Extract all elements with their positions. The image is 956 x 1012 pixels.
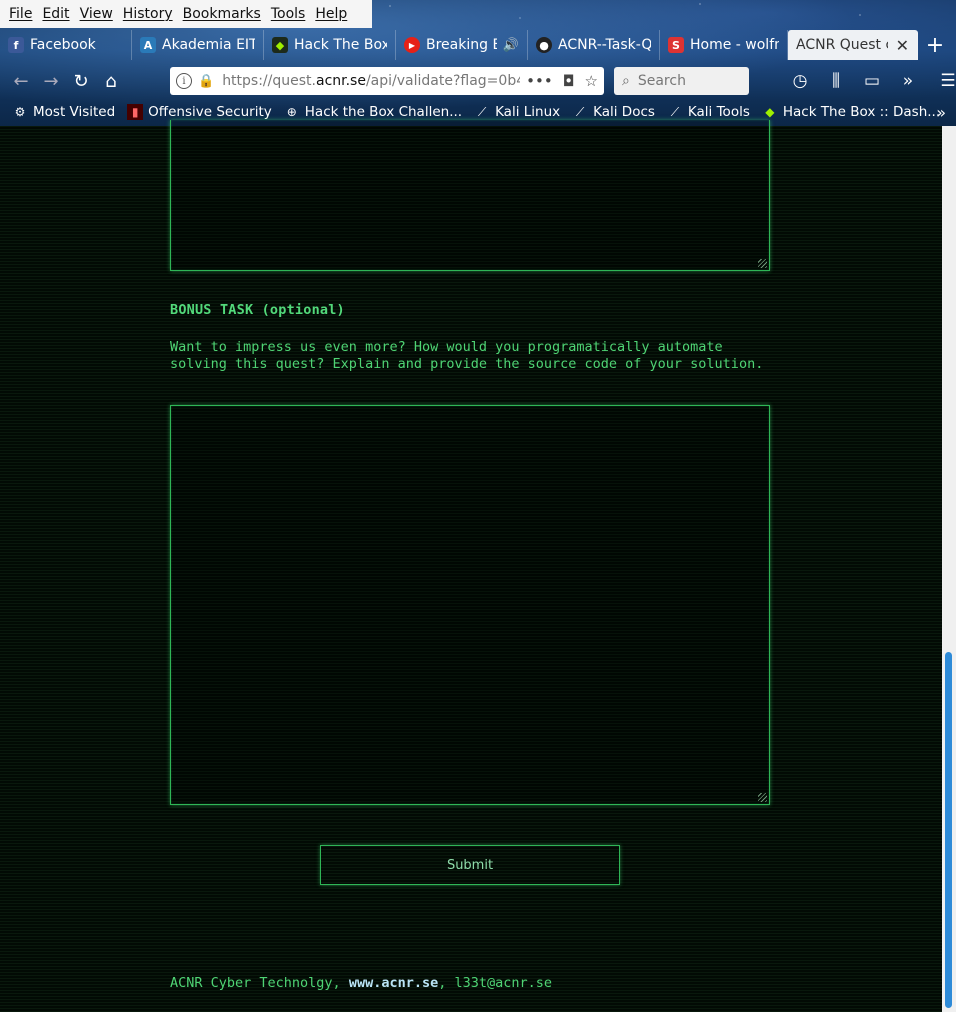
menu-bookmarks[interactable]: Bookmarks bbox=[178, 6, 266, 22]
reload-icon[interactable]: ↻ bbox=[66, 66, 96, 96]
tab-label: Akademia EITC bbox=[162, 37, 255, 53]
scrollbar[interactable] bbox=[942, 126, 956, 1012]
youtube-icon: ▶ bbox=[404, 37, 420, 53]
sidebar-icon[interactable]: ▭ bbox=[858, 66, 886, 96]
tab-facebook[interactable]: f Facebook bbox=[0, 30, 132, 60]
speaker-icon[interactable]: 🔊 bbox=[503, 38, 519, 53]
tab-label: Breaking Bad bbox=[426, 37, 497, 53]
kali-icon: ⟋ bbox=[670, 104, 680, 119]
menu-file[interactable]: File bbox=[4, 6, 37, 22]
tab-label: ACNR--Task-Q bbox=[558, 37, 651, 53]
tab-youtube[interactable]: ▶ Breaking Bad 🔊 bbox=[396, 30, 528, 60]
tab-label: Facebook bbox=[30, 37, 96, 53]
tab-acnr-quest[interactable]: ACNR Quest co ✕ bbox=[788, 30, 918, 60]
bookmark-kali-linux[interactable]: ⟋ Kali Linux bbox=[474, 104, 560, 120]
tab-label: Hack The Box bbox=[294, 37, 387, 53]
menu-help[interactable]: Help bbox=[310, 6, 352, 22]
kali-icon: ⟋ bbox=[477, 104, 487, 119]
answer-textarea[interactable] bbox=[170, 120, 770, 271]
overflow-chevron-icon[interactable]: » bbox=[894, 66, 922, 96]
hamburger-menu-icon[interactable]: ☰ bbox=[934, 66, 956, 96]
tab-hackthebox[interactable]: ◆ Hack The Box bbox=[264, 30, 396, 60]
tab-label: ACNR Quest co bbox=[796, 37, 888, 53]
kali-icon: ⟋ bbox=[575, 104, 585, 119]
bonus-task-title: BONUS TASK (optional) bbox=[170, 302, 345, 318]
bonus-answer-textarea[interactable] bbox=[170, 405, 770, 805]
offsec-icon: ▮ bbox=[127, 104, 144, 120]
tab-akademia[interactable]: A Akademia EITC bbox=[132, 30, 264, 60]
htb-icon: ◆ bbox=[765, 105, 775, 119]
menu-history[interactable]: History bbox=[118, 6, 178, 22]
tab-strip: f Facebook A Akademia EITC ◆ Hack The Bo… bbox=[0, 30, 956, 60]
tab-scribd[interactable]: S Home - wolfman bbox=[660, 30, 788, 60]
bookmark-htb-dashboard[interactable]: ◆ Hack The Box :: Dash... bbox=[762, 104, 940, 120]
gear-icon: ⚙ bbox=[14, 105, 26, 119]
bookmark-kali-tools[interactable]: ⟋ Kali Tools bbox=[667, 104, 750, 120]
menu-bar: File Edit View History Bookmarks Tools H… bbox=[0, 0, 372, 28]
footer: ACNR Cyber Technolgy, www.acnr.se, l33t@… bbox=[170, 975, 552, 991]
pocket-icon[interactable]: ◘ bbox=[563, 72, 575, 90]
home-icon[interactable]: ⌂ bbox=[96, 66, 126, 96]
url-bar[interactable]: i 🔒 https://quest.acnr.se/api/validate?f… bbox=[170, 67, 604, 95]
bookmark-offensive-security[interactable]: ▮ Offensive Security bbox=[127, 104, 272, 120]
globe-icon: ⊕ bbox=[286, 105, 297, 119]
forward-arrow-icon[interactable]: → bbox=[36, 66, 66, 96]
footer-website-link[interactable]: www.acnr.se bbox=[349, 975, 438, 991]
url-text[interactable]: https://quest.acnr.se/api/validate?flag=… bbox=[222, 73, 520, 89]
tab-label: Home - wolfman bbox=[690, 37, 779, 53]
page-content: BONUS TASK (optional) Want to impress us… bbox=[0, 120, 942, 1012]
browser-chrome: File Edit View History Bookmarks Tools H… bbox=[0, 0, 956, 126]
bookmark-htb-challenges[interactable]: ⊕ Hack the Box Challen... bbox=[284, 104, 462, 120]
github-icon: ● bbox=[536, 37, 552, 53]
history-icon[interactable]: ◷ bbox=[786, 66, 814, 96]
facebook-icon: f bbox=[8, 37, 24, 53]
back-arrow-icon[interactable]: ← bbox=[6, 66, 36, 96]
bookmarks-overflow-icon[interactable]: » bbox=[936, 100, 946, 124]
bookmark-most-visited[interactable]: ⚙ Most Visited bbox=[12, 104, 116, 120]
menu-view[interactable]: View bbox=[75, 6, 118, 22]
htb-icon: ◆ bbox=[272, 37, 288, 53]
lock-icon: 🔒 bbox=[198, 73, 215, 89]
scribd-icon: S bbox=[668, 37, 684, 53]
info-icon[interactable]: i bbox=[176, 73, 192, 89]
library-icon[interactable]: ⫼ bbox=[822, 66, 850, 96]
bookmark-star-icon[interactable]: ☆ bbox=[585, 72, 598, 90]
nav-bar: ← → ↻ ⌂ i 🔒 https://quest.acnr.se/api/va… bbox=[0, 62, 956, 100]
more-actions-icon[interactable]: ••• bbox=[526, 72, 553, 90]
menu-tools[interactable]: Tools bbox=[266, 6, 311, 22]
bonus-task-description: Want to impress us even more? How would … bbox=[170, 339, 764, 372]
search-icon: ⌕ bbox=[622, 73, 630, 89]
tab-github[interactable]: ● ACNR--Task-Q bbox=[528, 30, 660, 60]
scrollbar-thumb[interactable] bbox=[945, 652, 952, 1008]
close-icon[interactable]: ✕ bbox=[896, 36, 909, 55]
footer-email: , l33t@acnr.se bbox=[438, 975, 553, 991]
search-input[interactable]: ⌕ Search bbox=[614, 67, 749, 95]
akademia-icon: A bbox=[140, 37, 156, 53]
footer-company: ACNR Cyber Technolgy, bbox=[170, 975, 349, 991]
submit-button[interactable]: Submit bbox=[320, 845, 620, 885]
bookmark-kali-docs[interactable]: ⟋ Kali Docs bbox=[572, 104, 655, 120]
menu-edit[interactable]: Edit bbox=[37, 6, 74, 22]
new-tab-button[interactable]: + bbox=[918, 30, 952, 60]
